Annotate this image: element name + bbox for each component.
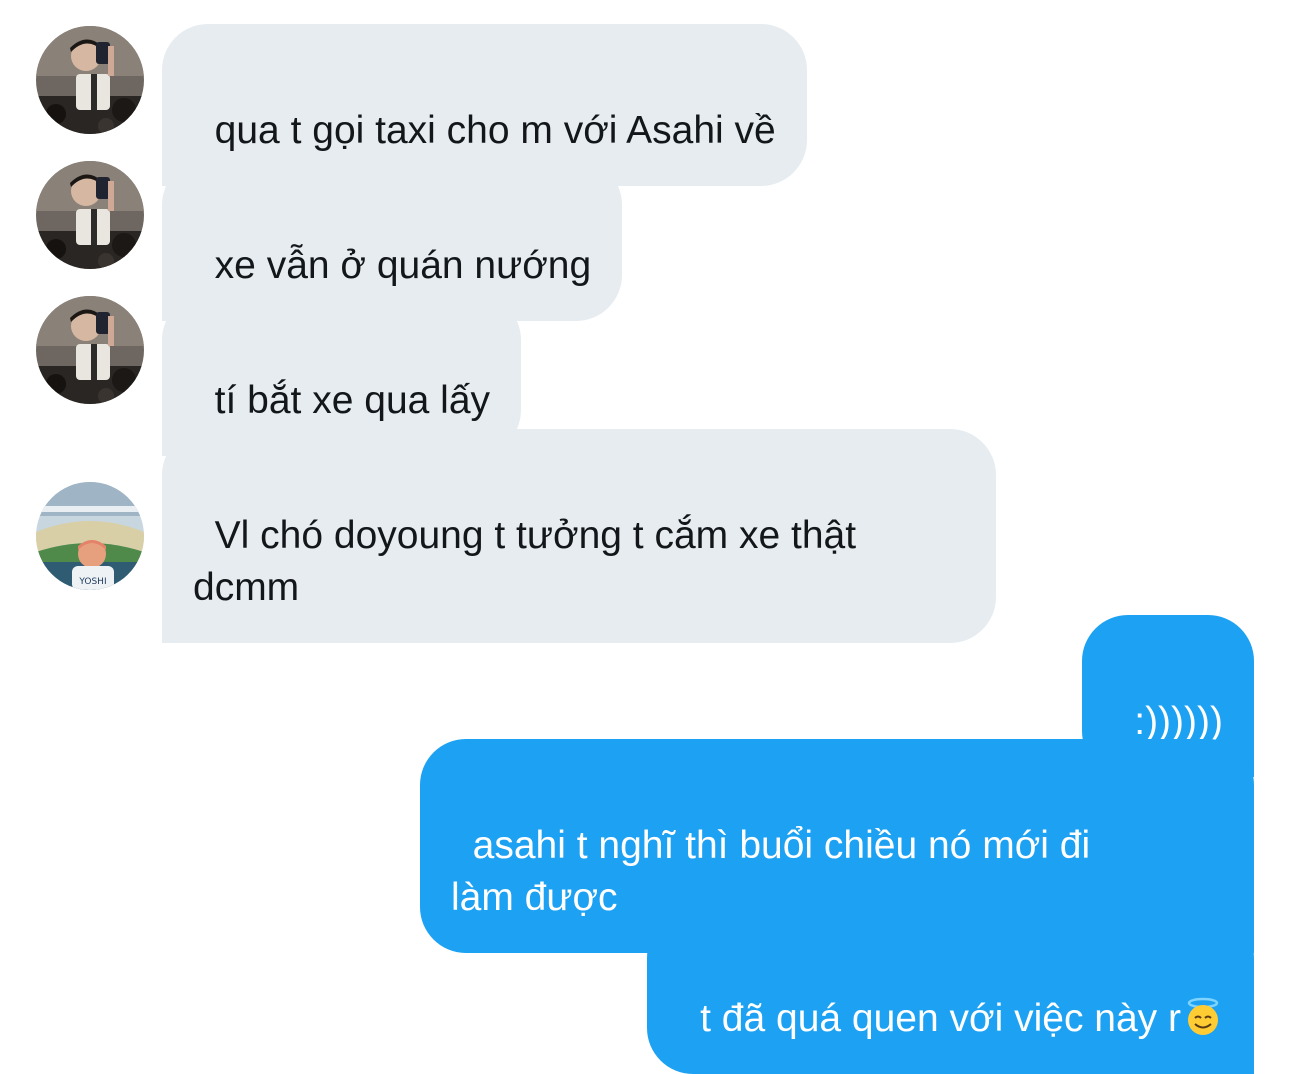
message-text: qua t gọi taxi cho m với Asahi về: [214, 109, 776, 152]
avatar-mirror-selfie[interactable]: [36, 26, 144, 134]
message-text: Vl chó doyoung t tưởng t cắm xe thật dcm…: [193, 514, 857, 609]
message-text: :)))))): [1134, 700, 1223, 743]
message-text: asahi t nghĩ thì buổi chiều nó mới đi là…: [451, 824, 1091, 919]
message-text: xe vẫn ở quán nướng: [214, 244, 592, 287]
avatar-mirror-selfie[interactable]: [36, 296, 144, 404]
message-text: t đã quá quen với việc này r: [700, 997, 1181, 1040]
smiling-face-with-halo-icon: [1183, 997, 1223, 1037]
sent-message[interactable]: t đã quá quen với việc này r: [647, 912, 1254, 1074]
avatar-mirror-selfie[interactable]: [36, 161, 144, 269]
avatar-jersey-text: YOSHI: [78, 577, 106, 587]
avatar-stadium[interactable]: YOSHI: [36, 482, 144, 590]
message-text: tí bắt xe qua lấy: [214, 379, 491, 422]
received-message[interactable]: Vl chó doyoung t tưởng t cắm xe thật dcm…: [162, 429, 996, 643]
